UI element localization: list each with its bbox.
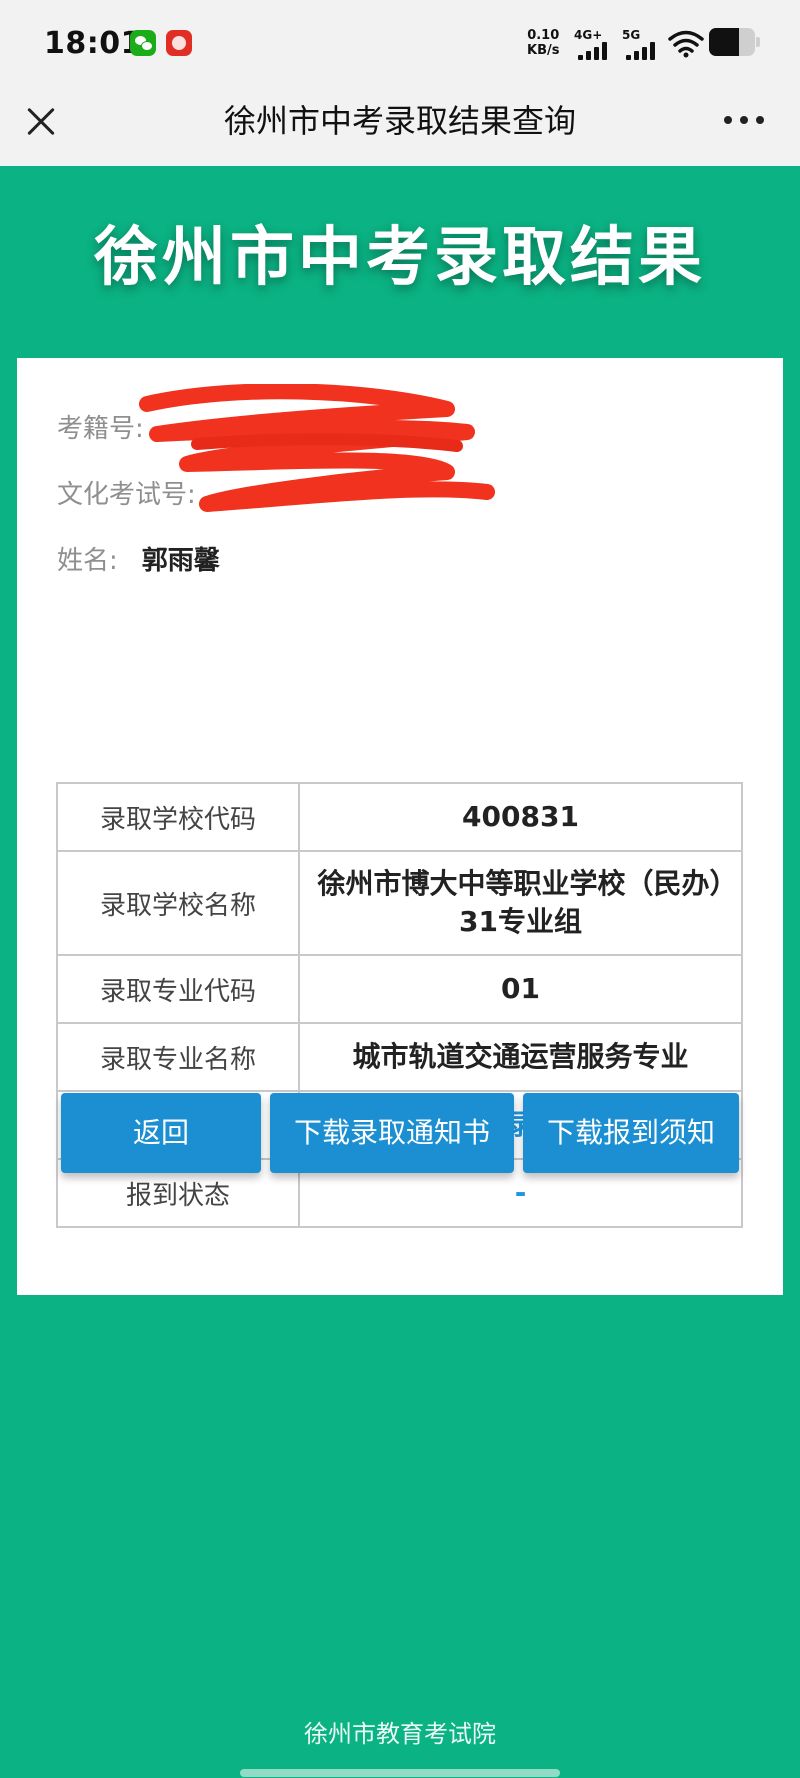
name-row: 姓名: 郭雨馨: [57, 540, 220, 577]
back-button[interactable]: 返回: [61, 1093, 261, 1173]
table-row: 录取学校代码 400831: [56, 782, 743, 852]
close-icon[interactable]: [22, 102, 62, 142]
status-time: 18:01: [44, 26, 142, 61]
footer-org: 徐州市教育考试院: [304, 1720, 496, 1748]
major-name-value: 城市轨道交通运营服务专业: [298, 1022, 743, 1092]
wifi-icon: [668, 30, 704, 58]
row-label: 录取学校代码: [56, 782, 300, 852]
row-label: 录取专业代码: [56, 954, 300, 1024]
school-name-value: 徐州市博大中等职业学校（民办）31专业组: [298, 850, 743, 956]
home-indicator[interactable]: [240, 1769, 560, 1777]
battery-icon: [709, 28, 760, 56]
table-row: 录取专业名称 城市轨道交通运营服务专业: [56, 1022, 743, 1092]
status-bar: 18:01 0.10 KB/s 4G+ 5G: [0, 0, 800, 90]
name-value: 郭雨馨: [141, 546, 220, 576]
school-code-value: 400831: [298, 782, 743, 852]
redaction-scribble: [139, 384, 495, 512]
download-report-button[interactable]: 下载报到须知: [523, 1093, 739, 1173]
nav-title: 徐州市中考录取结果查询: [223, 102, 576, 140]
network-speed: 0.10 KB/s: [527, 28, 559, 58]
name-label: 姓名:: [57, 546, 118, 576]
main-content: 徐州市中考录取结果 考籍号: 文化考试号: 姓名: 郭雨馨 录取学校代码 4008…: [0, 166, 800, 1778]
table-row: 录取专业代码 01: [56, 954, 743, 1024]
page-title: 徐州市中考录取结果: [94, 221, 706, 295]
table-row: 录取学校名称 徐州市博大中等职业学校（民办）31专业组: [56, 850, 743, 956]
network-speed-unit: KB/s: [527, 43, 560, 58]
pinduoduo-icon: [166, 30, 192, 56]
nav-bar: 徐州市中考录取结果查询: [0, 90, 800, 166]
row-label: 录取专业名称: [56, 1022, 300, 1092]
signal-5g-label: 5G: [622, 28, 641, 42]
row-label: 录取学校名称: [56, 850, 300, 956]
major-code-value: 01: [298, 954, 743, 1024]
more-icon[interactable]: [724, 116, 764, 126]
network-speed-value: 0.10: [527, 28, 560, 43]
download-notice-button[interactable]: 下载录取通知书: [270, 1093, 514, 1173]
wechat-icon: [130, 30, 156, 56]
signal-4g-label: 4G+: [574, 28, 603, 42]
